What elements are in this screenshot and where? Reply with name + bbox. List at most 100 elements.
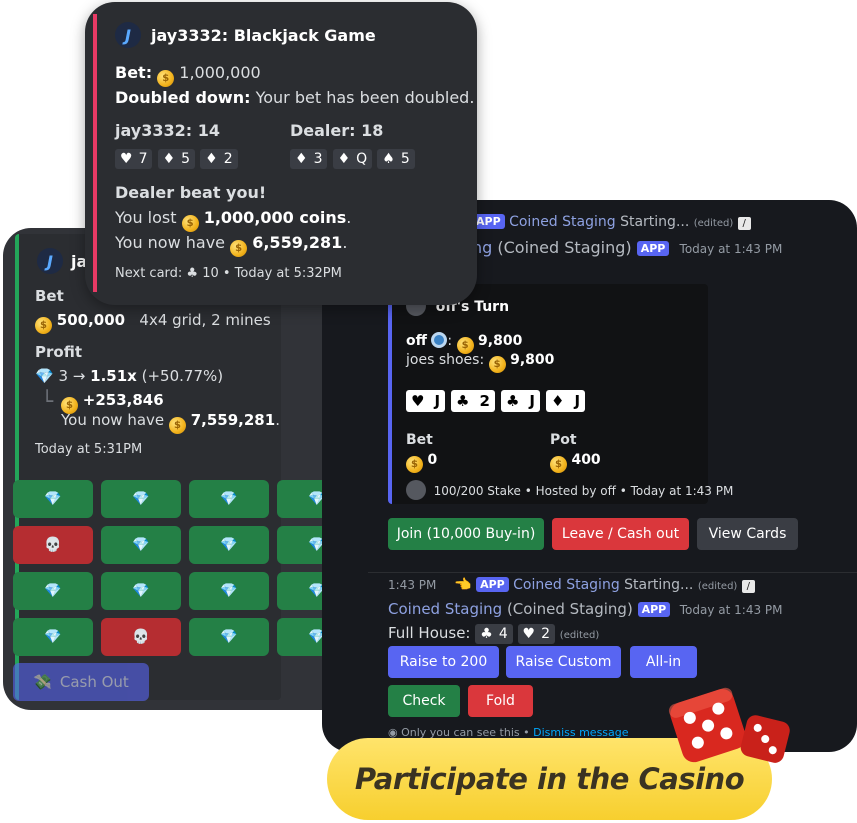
have-prefix: You now have — [115, 233, 226, 252]
coin-icon: $ — [168, 417, 186, 434]
coin-icon: $ — [35, 317, 52, 334]
coin-icon: $ — [488, 356, 506, 373]
gem-icon: 💎 — [132, 583, 150, 599]
mine-tile-gem[interactable]: 💎 — [101, 526, 181, 564]
playing-card: ♦ Q — [332, 149, 373, 169]
card-suit-icon: ♥ — [411, 392, 425, 410]
have-suffix: . — [342, 233, 348, 252]
message-header-two: Coined Staging (Coined Staging) APP Toda… — [388, 600, 783, 618]
mine-tile-gem[interactable]: 💎 — [189, 480, 269, 518]
mines-profit-row: 💎 3 → 1.51x (+50.77%) — [35, 367, 223, 385]
card-suit-icon: ♥ — [522, 626, 536, 642]
playing-card: ♦ J — [545, 390, 586, 412]
card-suit-icon: ♣ — [456, 392, 470, 410]
card-rank: 2 — [223, 151, 233, 167]
all-in-button[interactable]: All-in — [630, 646, 697, 678]
cash-out-label: Cash Out — [59, 673, 129, 691]
mine-tile-gem[interactable]: 💎 — [101, 480, 181, 518]
gem-icon: 💎 — [132, 537, 150, 553]
dealer-cards: ♦ 3 ♦ Q ♠ 5 — [290, 148, 415, 169]
mines-profit-label: Profit — [35, 343, 82, 361]
reply-branch-icon: └ — [41, 389, 54, 413]
reply-edited: (edited) — [697, 581, 738, 592]
doubled-label: Doubled down: — [115, 88, 251, 107]
mine-tile-gem[interactable]: 💎 — [189, 618, 269, 656]
playing-card: ♥ J — [406, 390, 446, 412]
app-badge: APP — [636, 241, 670, 256]
playing-card: ♣ 2 — [451, 390, 495, 412]
card-rank: 7 — [138, 151, 148, 167]
author-name[interactable]: Coined Staging — [388, 600, 502, 618]
raise-custom-button[interactable]: Raise Custom — [506, 646, 621, 678]
author-full-name: (Coined Staging) — [506, 600, 633, 618]
reply-reference-two[interactable]: 1:43 PM 👈 APP Coined Staging Starting...… — [388, 577, 755, 593]
fold-button[interactable]: Fold — [468, 685, 533, 717]
divider — [368, 572, 857, 573]
mines-gem-count: 3 — [58, 367, 69, 385]
card-suit-icon: ♦ — [205, 151, 218, 167]
hand-row: Full House: ♣ 4 ♥ 2 (edited) — [388, 624, 599, 644]
raise-to-200-button[interactable]: Raise to 200 — [388, 646, 499, 678]
lost-amount: 1,000,000 coins — [203, 208, 347, 227]
mine-tile-gem[interactable]: 💎 — [101, 572, 181, 610]
reply-edited: (edited) — [693, 218, 734, 229]
blackjack-game-panel: J jay3332: Blackjack Game Bet: $ 1,000,0… — [85, 2, 477, 305]
doubled-text: Your bet has been doubled. — [255, 88, 475, 107]
player-one-colon: : — [447, 333, 453, 349]
player-two-name: joes shoes: — [406, 352, 485, 368]
bot-avatar-icon[interactable]: J — [37, 248, 63, 274]
pot-label: Pot — [550, 432, 577, 448]
card-suit-icon: ♠ — [382, 151, 395, 167]
dealer-score: Dealer: 18 — [290, 121, 384, 140]
card-rank: 3 — [313, 151, 323, 167]
mine-tile-gem[interactable]: 💎 — [13, 572, 93, 610]
have-amount: 6,559,281 — [252, 233, 343, 252]
player-two-row: joes shoes: $ 9,800 — [406, 352, 554, 373]
mine-tile-gem[interactable]: 💎 — [13, 618, 93, 656]
card-suit-icon: ♥ — [120, 151, 133, 167]
bot-avatar-icon[interactable]: J — [115, 22, 141, 48]
join-button[interactable]: Join (10,000 Buy-in) — [388, 518, 544, 550]
mines-balance-prefix: You now have — [61, 411, 165, 429]
mines-gain: +253,846 — [82, 391, 164, 409]
hand-label: Full House: — [388, 624, 471, 642]
card-rank: Q — [356, 151, 368, 167]
gem-icon: 💎 — [220, 537, 238, 553]
app-badge: APP — [637, 602, 671, 617]
author-full-name: (Coined Staging) — [497, 238, 632, 257]
view-cards-button[interactable]: View Cards — [697, 518, 798, 550]
playing-card: ♠ 5 — [377, 149, 415, 169]
mine-tile-gem[interactable]: 💎 — [189, 526, 269, 564]
mine-tile-gem[interactable]: 💎 — [189, 572, 269, 610]
mines-grid-info: 4x4 grid, 2 mines — [139, 311, 271, 329]
mine-tile-gem[interactable]: 💎 — [13, 480, 93, 518]
reply-time: 1:43 PM — [388, 578, 437, 592]
reply-reference[interactable]: APP Coined Staging Starting... (edited) … — [472, 214, 751, 230]
bet-value: 0 — [427, 452, 438, 468]
hand-cards: ♣ 4 ♥ 2 — [475, 624, 560, 644]
playing-card: ♦ 2 — [200, 149, 238, 169]
player-one-name: off — [406, 333, 427, 349]
pot-row: $ 400 — [550, 452, 601, 473]
hand-edited: (edited) — [559, 630, 600, 641]
have-row: You now have $ 6,559,281. — [115, 233, 347, 257]
check-button[interactable]: Check — [388, 685, 460, 717]
card-rank: J — [434, 392, 441, 410]
coin-icon: $ — [406, 456, 423, 473]
card-suit-icon: ♣ — [505, 392, 520, 410]
reply-starting: Starting... — [624, 577, 694, 593]
mine-tile-skull[interactable]: 💀 — [13, 526, 93, 564]
cash-out-button[interactable]: 💸 Cash Out — [13, 663, 149, 701]
mine-tile-skull[interactable]: 💀 — [101, 618, 181, 656]
gem-icon: 💎 — [44, 491, 62, 507]
card-rank: 2 — [479, 392, 490, 410]
lost-suffix: . — [346, 208, 352, 227]
playing-card: ♣ 4 — [475, 624, 513, 644]
avatar — [406, 480, 426, 500]
player-score: jay3332: 14 — [115, 121, 220, 140]
playing-card: ♦ 3 — [290, 149, 328, 169]
leave-cash-out-button[interactable]: Leave / Cash out — [552, 518, 689, 550]
message-header: ng (Coined Staging) APP Today at 1:43 PM — [472, 238, 782, 257]
lost-prefix: You lost — [115, 208, 177, 227]
board-cards: ♥ J ♣ 2 ♣ J ♦ J — [406, 390, 591, 412]
